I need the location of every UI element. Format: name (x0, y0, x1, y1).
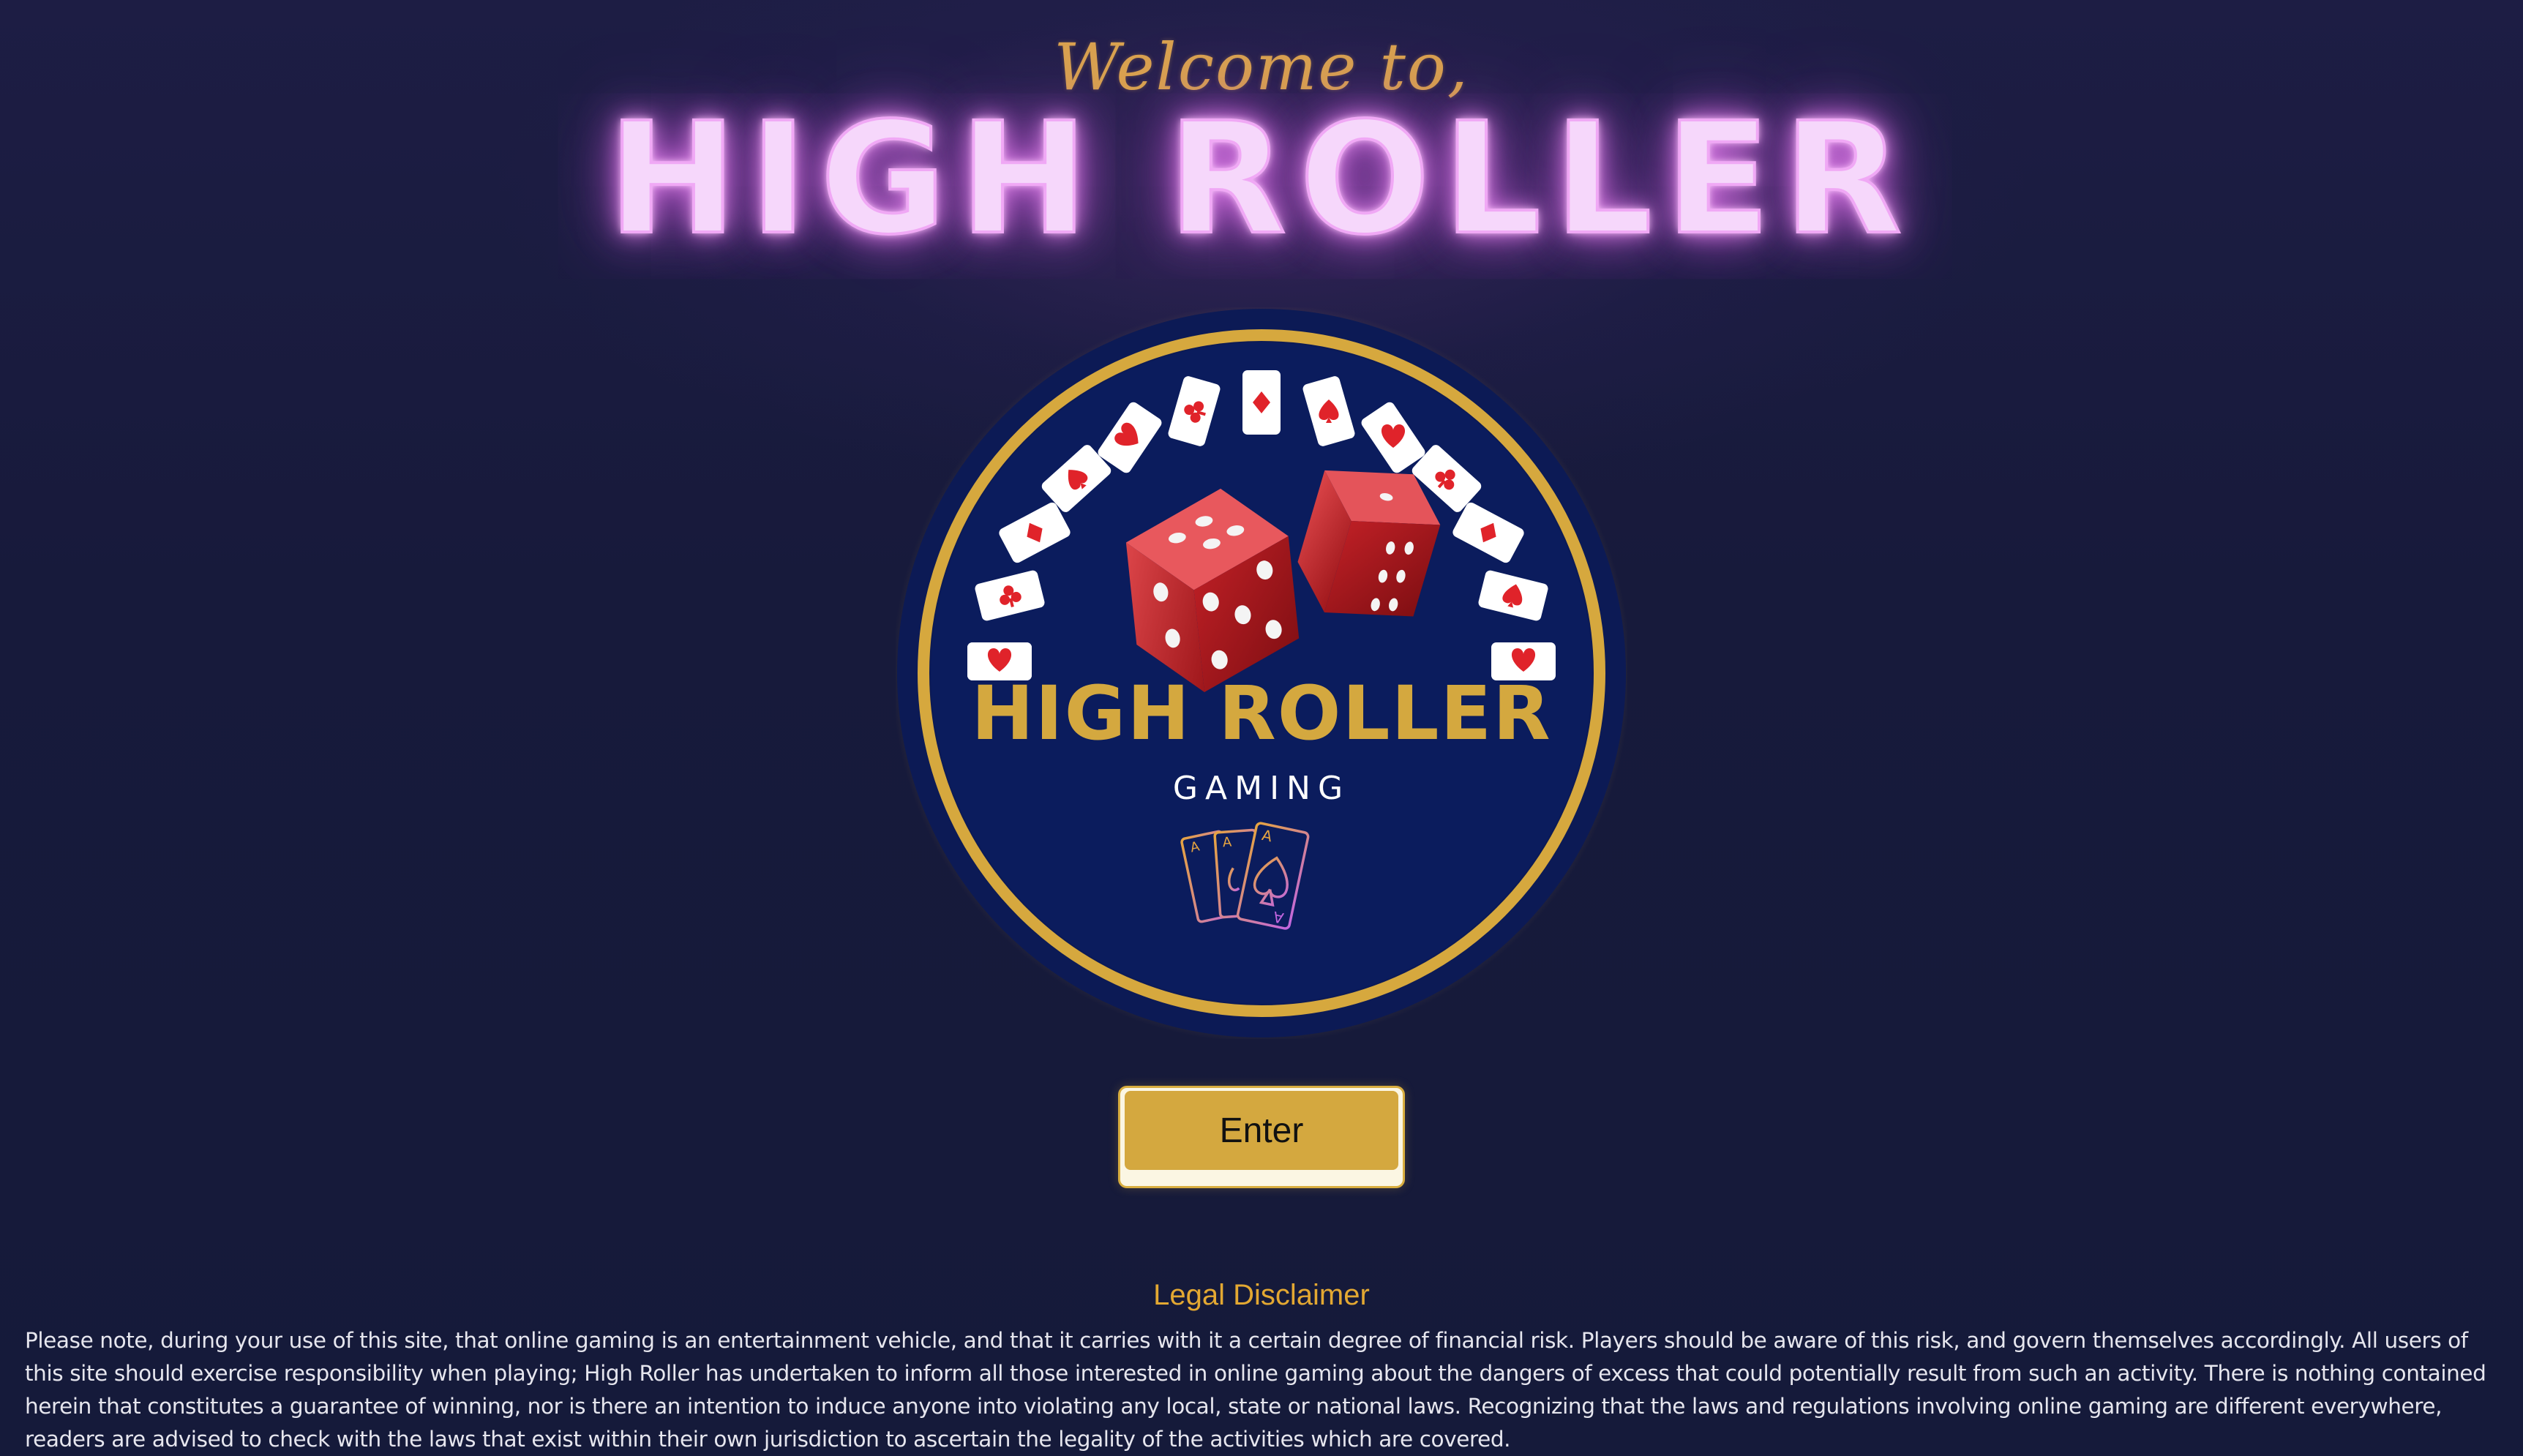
enter-button-label: Enter (1125, 1091, 1398, 1170)
neon-title: HIGH ROLLER (607, 89, 1916, 269)
high-roller-logo: HIGH ROLLER GAMING A A A A (896, 307, 1627, 1039)
logo-badge: HIGH ROLLER GAMING A A A A (896, 307, 1627, 1039)
enter-button[interactable]: Enter (1118, 1086, 1405, 1188)
legal-disclaimer-text: Please note, during your use of this sit… (25, 1328, 2486, 1452)
diamond-card-icon (1242, 370, 1281, 435)
logo-brand-text: HIGH ROLLER (971, 670, 1551, 757)
landing-page: Welcome to, HIGH ROLLER HIGH ROLLER GAMI… (0, 0, 2523, 1456)
ace-letter: A (1222, 834, 1232, 850)
legal-disclaimer-title: Legal Disclaimer (1153, 1279, 1370, 1311)
logo-tagline: GAMING (1173, 770, 1350, 807)
